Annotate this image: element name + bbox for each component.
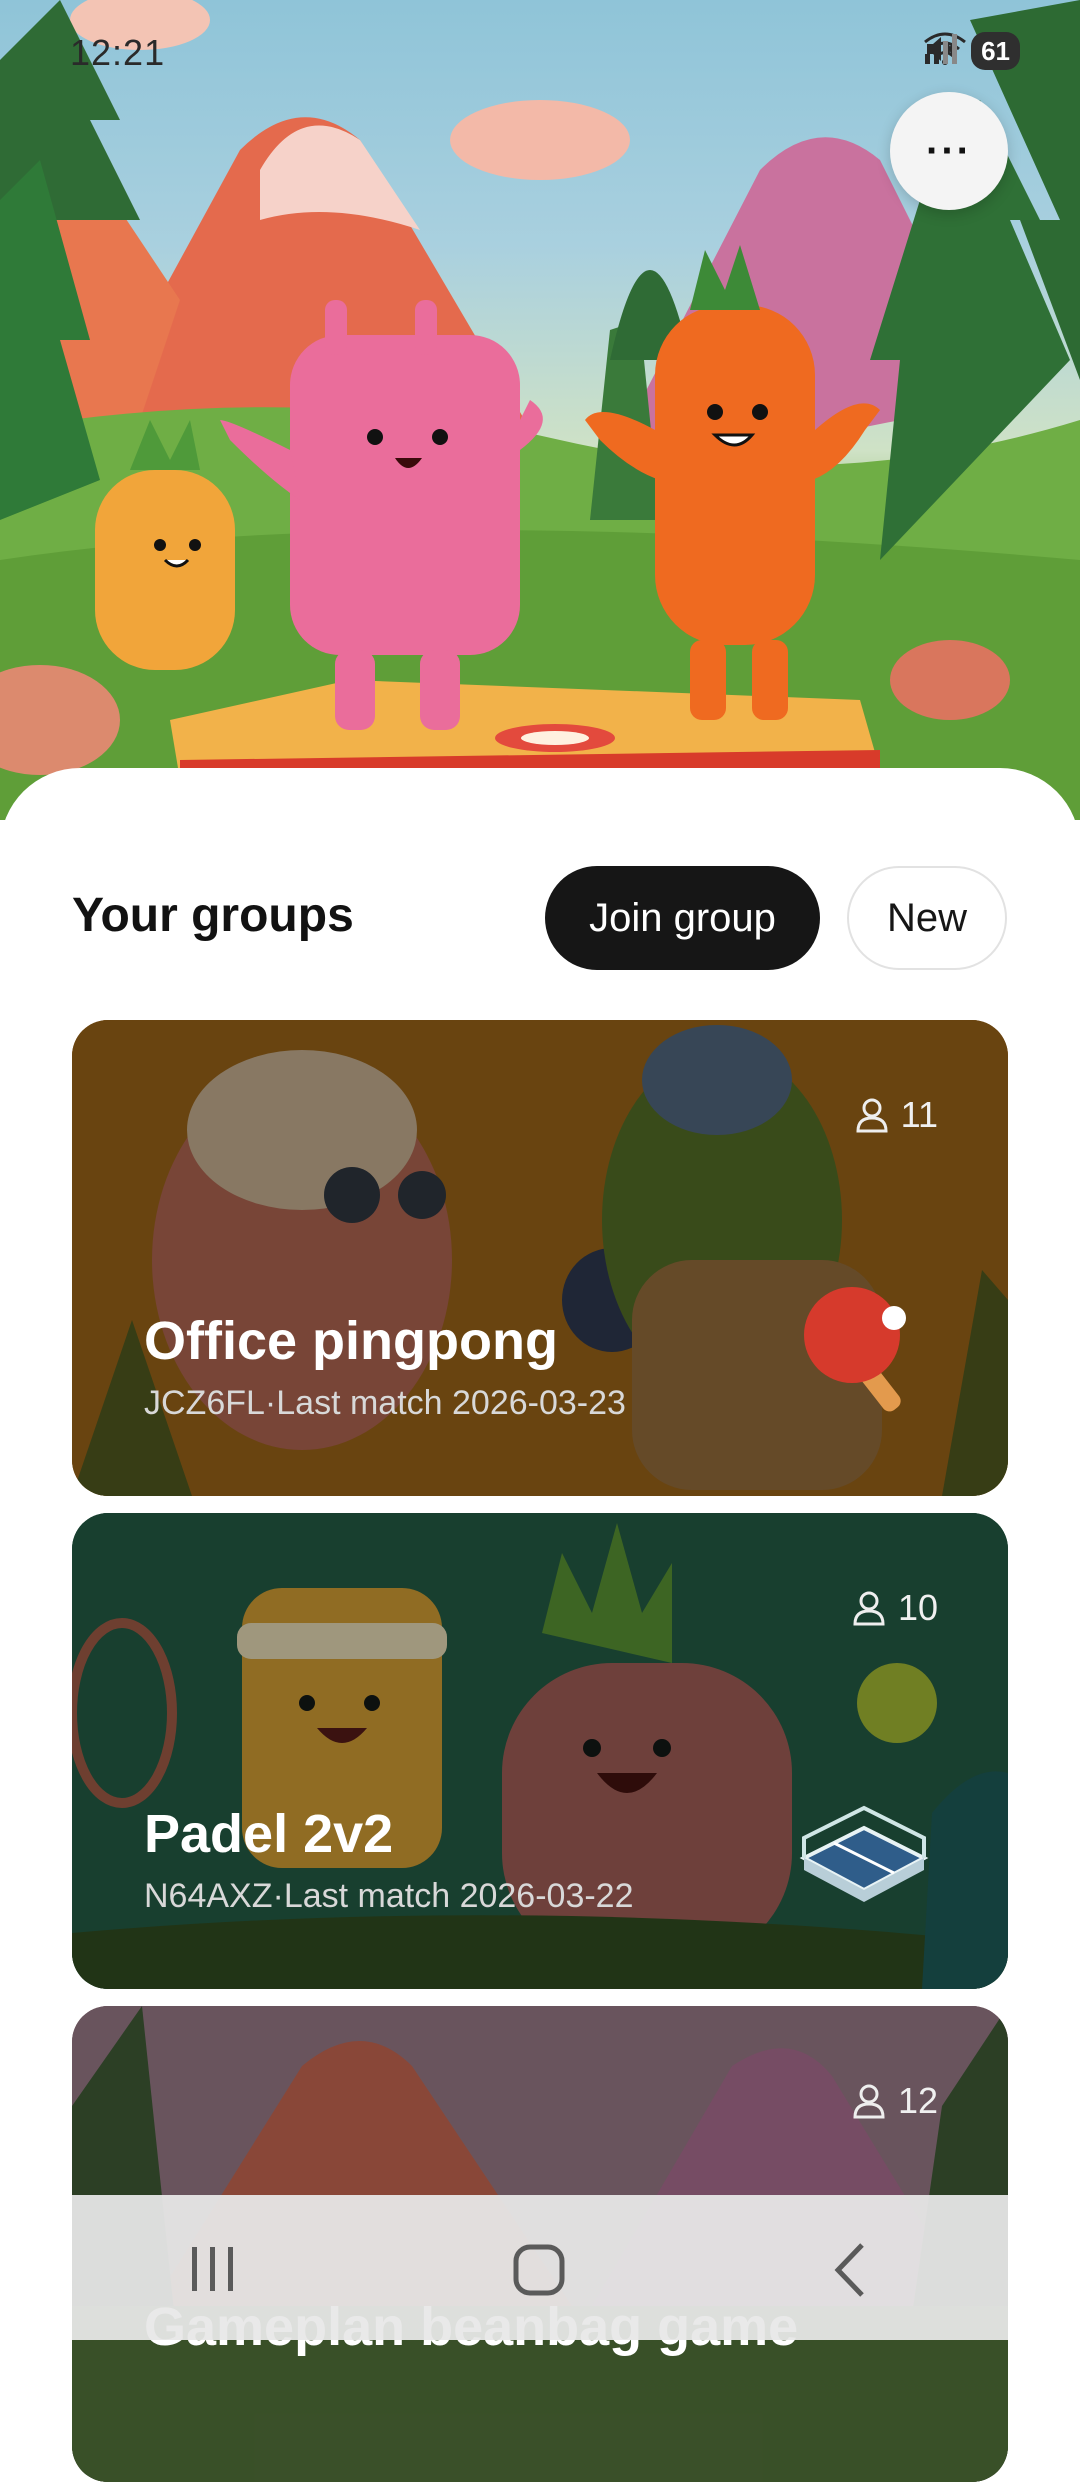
group-card[interactable]: 10 Padel 2v2 N64AXZ · Last match 2026-03… — [72, 1513, 1008, 1989]
member-count-value: 12 — [897, 2080, 938, 2121]
group-code: JCZ6FL — [144, 1384, 265, 1422]
group-code: N64AXZ — [144, 1877, 273, 1915]
group-name: Office pingpong — [144, 1311, 558, 1371]
pingpong-paddle-icon — [804, 1287, 906, 1412]
group-meta: JCZ6FL · Last match 2026-03-23 — [144, 1384, 626, 1423]
last-match: Last match 2026-03-22 — [283, 1877, 634, 1915]
new-group-button[interactable]: New — [847, 866, 1007, 970]
padel-court-icon — [799, 1805, 929, 1902]
meta-separator: · — [272, 1877, 284, 1915]
status-icons: 61 — [923, 32, 1020, 70]
join-group-button[interactable]: Join group — [545, 866, 820, 970]
battery-icon: 61 — [971, 32, 1020, 70]
system-nav-bar — [72, 2195, 1008, 2340]
group-card[interactable]: 11 Office pingpong JCZ6FL · Last match 2… — [72, 1020, 1008, 1496]
groups-sheet: Your groups Join group New 11 Office pin… — [0, 768, 1080, 2482]
member-count-value: 10 — [897, 1587, 938, 1628]
person-icon — [853, 1591, 885, 1626]
person-icon — [856, 1098, 888, 1133]
recents-icon — [192, 2247, 233, 2291]
last-match: Last match 2026-03-23 — [276, 1384, 626, 1422]
more-options-button[interactable]: ··· — [890, 92, 1008, 210]
meta-separator: · — [264, 1384, 277, 1422]
group-name: Padel 2v2 — [144, 1804, 394, 1864]
more-icon: ··· — [926, 128, 972, 173]
home-icon — [513, 2244, 565, 2296]
hero-illustration: 12:21 61 ··· — [0, 0, 1080, 820]
person-icon — [853, 2084, 885, 2119]
section-title: Your groups — [72, 889, 354, 942]
back-icon — [834, 2243, 864, 2297]
recents-button[interactable] — [172, 2235, 252, 2305]
status-time: 12:21 — [70, 32, 166, 73]
member-count-value: 11 — [900, 1094, 938, 1135]
home-button[interactable] — [500, 2235, 580, 2305]
group-meta: N64AXZ · Last match 2026-03-22 — [144, 1877, 634, 1916]
member-count: 12 — [852, 2080, 938, 2122]
back-button[interactable] — [812, 2235, 892, 2305]
status-bar: 12:21 61 — [0, 0, 1080, 110]
member-count: 10 — [852, 1587, 938, 1629]
member-count: 11 — [855, 1094, 938, 1136]
